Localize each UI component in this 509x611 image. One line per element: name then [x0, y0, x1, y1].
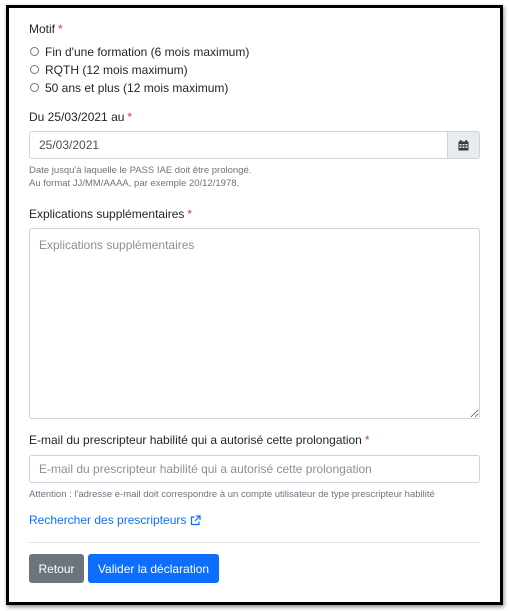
link-label: Rechercher des prescripteurs: [29, 513, 187, 527]
submit-button[interactable]: Valider la déclaration: [88, 554, 219, 583]
radio-label: RQTH (12 mois maximum): [45, 63, 188, 77]
back-button[interactable]: Retour: [29, 554, 84, 583]
motif-label: Motif *: [29, 22, 63, 36]
radio-button[interactable]: [30, 64, 39, 74]
external-link-icon: [191, 514, 202, 525]
calendar-button[interactable]: [447, 131, 480, 159]
calendar-icon: [458, 139, 469, 150]
radio-option-rqth[interactable]: RQTH (12 mois maximum): [30, 62, 188, 78]
radio-label: 50 ans et plus (12 mois maximum): [45, 81, 229, 95]
radio-button[interactable]: [30, 46, 39, 56]
radio-button[interactable]: [30, 82, 39, 92]
radio-option-50-ans[interactable]: 50 ans et plus (12 mois maximum): [30, 80, 228, 96]
required-marker: *: [187, 207, 193, 221]
search-prescribers-link[interactable]: Rechercher des prescripteurs: [29, 513, 202, 527]
email-help-text: Attention : l'adresse e-mail doit corres…: [29, 489, 435, 500]
required-marker: *: [364, 433, 370, 447]
email-input[interactable]: [29, 455, 480, 483]
radio-label: Fin d'une formation (6 mois maximum): [45, 45, 250, 59]
date-input[interactable]: [29, 131, 448, 159]
required-marker: *: [58, 22, 63, 36]
explications-label: Explications supplémentaires *: [29, 207, 193, 221]
email-label: E-mail du prescripteur habilité qui a au…: [29, 433, 370, 447]
radio-option-formation[interactable]: Fin d'une formation (6 mois maximum): [30, 44, 249, 60]
date-help-text: Date jusqu'à laquelle le PASS IAE doit ê…: [29, 165, 252, 189]
required-marker: *: [127, 110, 133, 124]
date-label: Du 25/03/2021 au *: [29, 110, 133, 124]
explications-textarea[interactable]: [29, 228, 480, 419]
divider: [29, 542, 480, 543]
form-frame: Motif * Fin d'une formation (6 mois maxim…: [6, 5, 503, 605]
